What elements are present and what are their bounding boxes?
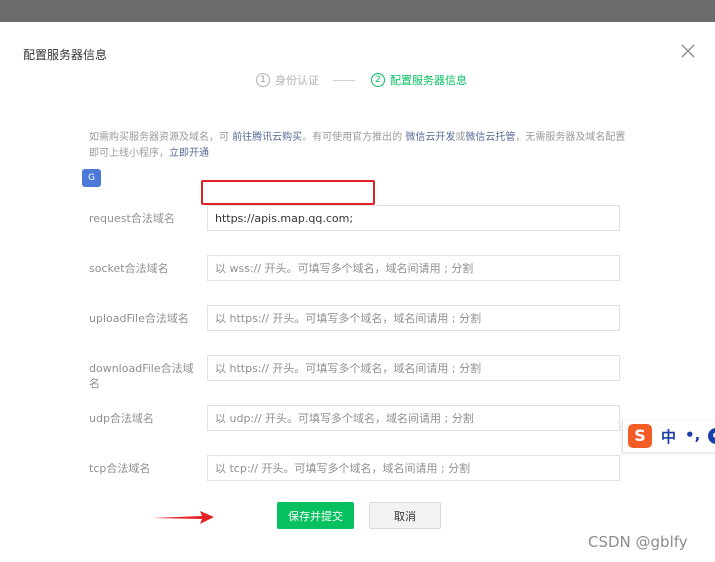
- socket-domain-label: socket合法域名: [89, 262, 169, 275]
- tcp-domain-label: tcp合法域名: [89, 462, 151, 475]
- ime-toolbar[interactable]: S 中 •, e: [622, 420, 715, 452]
- request-domain-input[interactable]: [207, 205, 620, 231]
- tcp-domain-input[interactable]: [207, 455, 620, 481]
- background-overlay: [0, 0, 715, 22]
- config-server-dialog: 配置服务器信息: [0, 22, 715, 562]
- dialog-title: 配置服务器信息: [23, 48, 108, 62]
- downloadfile-domain-input[interactable]: [207, 355, 620, 381]
- description-text: 如需购买服务器资源及域名，可 前往腾讯云购买。有可使用官方推出的 微信云开发或微…: [89, 130, 629, 162]
- desc-text: 如需购买服务器资源及域名，可: [89, 132, 233, 143]
- step-identity: 1 身份认证: [256, 72, 319, 88]
- uploadfile-domain-input[interactable]: [207, 305, 620, 331]
- downloadfile-domain-label: downloadFile合法域名: [89, 362, 194, 390]
- ime-punctuation[interactable]: •,: [685, 426, 700, 444]
- ime-extra-icon[interactable]: e: [708, 428, 715, 444]
- watermark: CSDN @gblfy: [588, 533, 688, 551]
- desc-text: 或: [455, 132, 466, 143]
- udp-domain-label: udp合法域名: [89, 412, 154, 425]
- ime-mode-chinese[interactable]: 中: [661, 426, 676, 447]
- request-domain-label: request合法域名: [89, 212, 175, 225]
- desc-text: 。有可使用官方推出的: [302, 132, 406, 143]
- step-divider: [333, 80, 355, 81]
- step-label: 配置服务器信息: [390, 74, 467, 87]
- translate-icon[interactable]: G: [82, 169, 101, 187]
- sogou-logo-icon[interactable]: S: [628, 424, 652, 448]
- socket-domain-input[interactable]: [207, 255, 620, 281]
- step-server-config: 2 配置服务器信息: [371, 72, 467, 88]
- step-label: 身份认证: [275, 74, 319, 87]
- buy-tencent-cloud-link[interactable]: 前往腾讯云购买: [232, 132, 302, 143]
- step-number: 1: [256, 73, 270, 87]
- red-arrow-icon: [152, 511, 214, 524]
- save-submit-button[interactable]: 保存并提交: [277, 502, 354, 529]
- close-icon[interactable]: [679, 42, 697, 60]
- wechat-cloud-dev-link[interactable]: 微信云开发: [405, 132, 455, 143]
- udp-domain-input[interactable]: [207, 405, 620, 431]
- step-number: 2: [371, 73, 385, 87]
- activate-now-link[interactable]: 立即开通: [169, 148, 209, 159]
- wechat-cloud-hosting-link[interactable]: 微信云托管: [465, 132, 515, 143]
- cancel-button[interactable]: 取消: [369, 502, 441, 529]
- uploadfile-domain-label: uploadFile合法域名: [89, 312, 189, 325]
